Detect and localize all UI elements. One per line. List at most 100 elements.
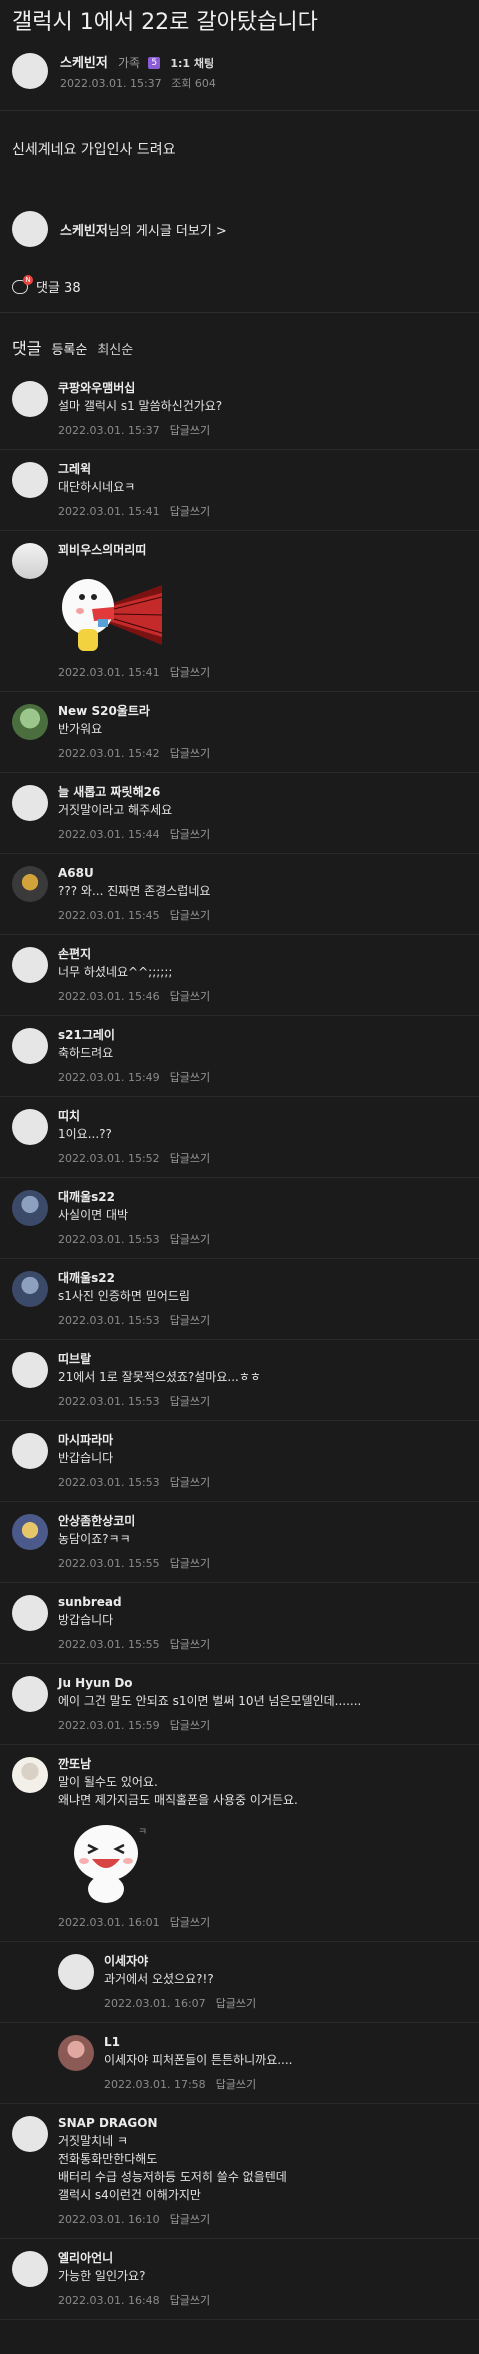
commenter-name[interactable]: 손편지 (58, 945, 467, 963)
reply-button[interactable]: 답글쓰기 (216, 1997, 256, 2010)
reply-button[interactable]: 답글쓰기 (170, 424, 210, 437)
reply-button[interactable]: 답글쓰기 (216, 2078, 256, 2091)
reply-button[interactable]: 답글쓰기 (170, 747, 210, 760)
reply-button[interactable]: 답글쓰기 (170, 505, 210, 518)
comment-count[interactable]: N 댓글 38 (0, 269, 479, 304)
comment-date: 2022.03.01. 15:44 (58, 828, 160, 841)
commenter-avatar[interactable] (12, 785, 48, 821)
commenter-name[interactable]: 꾀비우스의머리띠 (58, 541, 467, 559)
commenter-name[interactable]: A68U (58, 864, 467, 882)
commenter-avatar[interactable] (12, 1028, 48, 1064)
svg-text:ㅋ: ㅋ (138, 1827, 147, 1838)
comment-body: 대깨울s22 사실이면 대박 2022.03.01. 15:53 답글쓰기 (58, 1188, 467, 1248)
author-more-posts-link[interactable]: 스케빈저님의 게시글 더보기 > (0, 197, 479, 261)
reply-button[interactable]: 답글쓰기 (170, 1476, 210, 1489)
sort-by-latest[interactable]: 최신순 (97, 339, 133, 358)
commenter-name[interactable]: 띠브랄 (58, 1350, 467, 1368)
comment-item: 띠치 1이요...?? 2022.03.01. 15:52 답글쓰기 (0, 1097, 479, 1178)
commenter-name[interactable]: 대깨울s22 (58, 1269, 467, 1287)
commenter-avatar[interactable] (12, 1433, 48, 1469)
author-name[interactable]: 스케빈저 (60, 56, 108, 71)
reply-button[interactable]: 답글쓰기 (170, 909, 210, 922)
commenter-name[interactable]: SNAP DRAGON (58, 2114, 467, 2132)
comment-body: A68U ??? 와... 진짜면 존경스럽네요 2022.03.01. 15:45… (58, 864, 467, 924)
post-header: 갤럭시 1에서 22로 갈아탔습니다 스케빈저 가족 5 1:1 채팅 2022… (0, 0, 479, 92)
commenter-avatar[interactable] (12, 704, 48, 740)
commenter-name[interactable]: L1 (104, 2033, 467, 2051)
commenter-avatar[interactable] (12, 543, 48, 579)
comment-body: 안상좀한상코미 농담이죠?ㅋㅋ 2022.03.01. 15:55 답글쓰기 (58, 1512, 467, 1572)
comment-body: L1 이세자야 피처폰들이 튼튼하니까요.... 2022.03.01. 17:58… (104, 2033, 467, 2093)
commenter-name[interactable]: 늘 새롭고 짜릿해26 (58, 783, 467, 801)
comment-item: 늘 새롭고 짜릿해26 거짓말이라고 해주세요 2022.03.01. 15:44 답… (0, 773, 479, 854)
comment-text: 1이요...?? (58, 1127, 112, 1141)
comment-date: 2022.03.01. 16:07 (104, 1997, 206, 2010)
reply-button[interactable]: 답글쓰기 (170, 1719, 210, 1732)
commenter-name[interactable]: s21그레이 (58, 1026, 467, 1044)
comment-body: 띠치 1이요...?? 2022.03.01. 15:52 답글쓰기 (58, 1107, 467, 1167)
comment-body: 손편지 너무 하셨네요^^;;;;;; 2022.03.01. 15:46 답글쓰기 (58, 945, 467, 1005)
commenter-avatar[interactable] (12, 2251, 48, 2287)
commenter-name[interactable]: 그레윅 (58, 460, 467, 478)
reply-button[interactable]: 답글쓰기 (170, 2213, 210, 2226)
commenter-avatar[interactable] (12, 1109, 48, 1145)
comment-item: 깐또남 말이 될수도 있어요. 왜냐면 제가지금도 매직홀폰을 사용중 이거든요.… (0, 1745, 479, 1942)
reply-button[interactable]: 답글쓰기 (170, 1557, 210, 1570)
commenter-name[interactable]: 쿠팡와우맴버십 (58, 379, 467, 397)
comment-item: 대깨울s22 사실이면 대박 2022.03.01. 15:53 답글쓰기 (0, 1178, 479, 1259)
commenter-avatar[interactable] (12, 1757, 48, 1793)
author-avatar[interactable] (12, 53, 48, 89)
reply-button[interactable]: 답글쓰기 (170, 1395, 210, 1408)
commenter-avatar[interactable] (12, 947, 48, 983)
commenter-name[interactable]: 이세자야 (104, 1952, 467, 1970)
comment-sticker: ㅋ (58, 1817, 162, 1907)
reply-button[interactable]: 답글쓰기 (170, 1314, 210, 1327)
chat-button[interactable]: 1:1 채팅 (170, 57, 214, 70)
reply-button[interactable]: 답글쓰기 (170, 1233, 210, 1246)
comment-date: 2022.03.01. 16:01 (58, 1916, 160, 1929)
reply-button[interactable]: 답글쓰기 (170, 1071, 210, 1084)
commenter-name[interactable]: New S20울트라 (58, 702, 467, 720)
commenter-name[interactable]: 안상좀한상코미 (58, 1512, 467, 1530)
commenter-name[interactable]: 대깨울s22 (58, 1188, 467, 1206)
commenter-avatar[interactable] (12, 1352, 48, 1388)
commenter-avatar[interactable] (12, 866, 48, 902)
comment-list: 쿠팡와우맴버십 설마 갤럭시 s1 말씀하신건가요? 2022.03.01. 15:… (0, 369, 479, 2320)
commenter-avatar[interactable] (12, 381, 48, 417)
commenter-avatar[interactable] (58, 1954, 94, 1990)
commenter-avatar[interactable] (12, 1271, 48, 1307)
sticker-laugh-image: ㅋ (74, 1825, 147, 1903)
commenter-avatar[interactable] (12, 1190, 48, 1226)
reply-button[interactable]: 답글쓰기 (170, 1638, 210, 1651)
comment-text: 거짓말치네 ㅋ 전화통화만한다해도 배터리 수급 성능저하등 도저히 쓸수 없을… (58, 2134, 287, 2202)
comment-body: 띠브랄 21에서 1로 잘못적으셨죠?설마요...ㅎㅎ 2022.03.01. 15… (58, 1350, 467, 1410)
comment-date: 2022.03.01. 15:53 (58, 1314, 160, 1327)
commenter-name[interactable]: Ju Hyun Do (58, 1674, 467, 1692)
comment-item: New S20울트라 반가워요 2022.03.01. 15:42 답글쓰기 (0, 692, 479, 773)
author-avatar-small (12, 211, 48, 247)
reply-button[interactable]: 답글쓰기 (170, 990, 210, 1003)
comment-body: Ju Hyun Do 에이 그건 말도 안되죠 s1이면 벌써 10년 넘은모델인… (58, 1674, 467, 1734)
commenter-name[interactable]: 깐또남 (58, 1755, 467, 1773)
comment-text: 방갑습니다 (58, 1613, 114, 1627)
commenter-avatar[interactable] (12, 1595, 48, 1631)
reply-button[interactable]: 답글쓰기 (170, 1152, 210, 1165)
reply-button[interactable]: 답글쓰기 (170, 1916, 210, 1929)
reply-button[interactable]: 답글쓰기 (170, 2294, 210, 2307)
commenter-name[interactable]: 마시파라마 (58, 1431, 467, 1449)
commenter-name[interactable]: 엘리아언니 (58, 2249, 467, 2267)
reply-button[interactable]: 답글쓰기 (170, 666, 210, 679)
commenter-avatar[interactable] (12, 462, 48, 498)
reply-button[interactable]: 답글쓰기 (170, 828, 210, 841)
sort-by-registered[interactable]: 등록순 (51, 339, 87, 358)
comment-bubble-icon: N (12, 274, 33, 294)
commenter-name[interactable]: 띠치 (58, 1107, 467, 1125)
comment-body: 이세자야 과거에서 오셨으요?!? 2022.03.01. 16:07 답글쓰기 (104, 1952, 467, 2012)
commenter-avatar[interactable] (58, 2035, 94, 2071)
commenter-avatar[interactable] (12, 1676, 48, 1712)
comment-date: 2022.03.01. 15:53 (58, 1476, 160, 1489)
commenter-avatar[interactable] (12, 2116, 48, 2152)
commenter-avatar[interactable] (12, 1514, 48, 1550)
comment-text: ??? 와... 진짜면 존경스럽네요 (58, 884, 211, 898)
commenter-name[interactable]: sunbread (58, 1593, 467, 1611)
